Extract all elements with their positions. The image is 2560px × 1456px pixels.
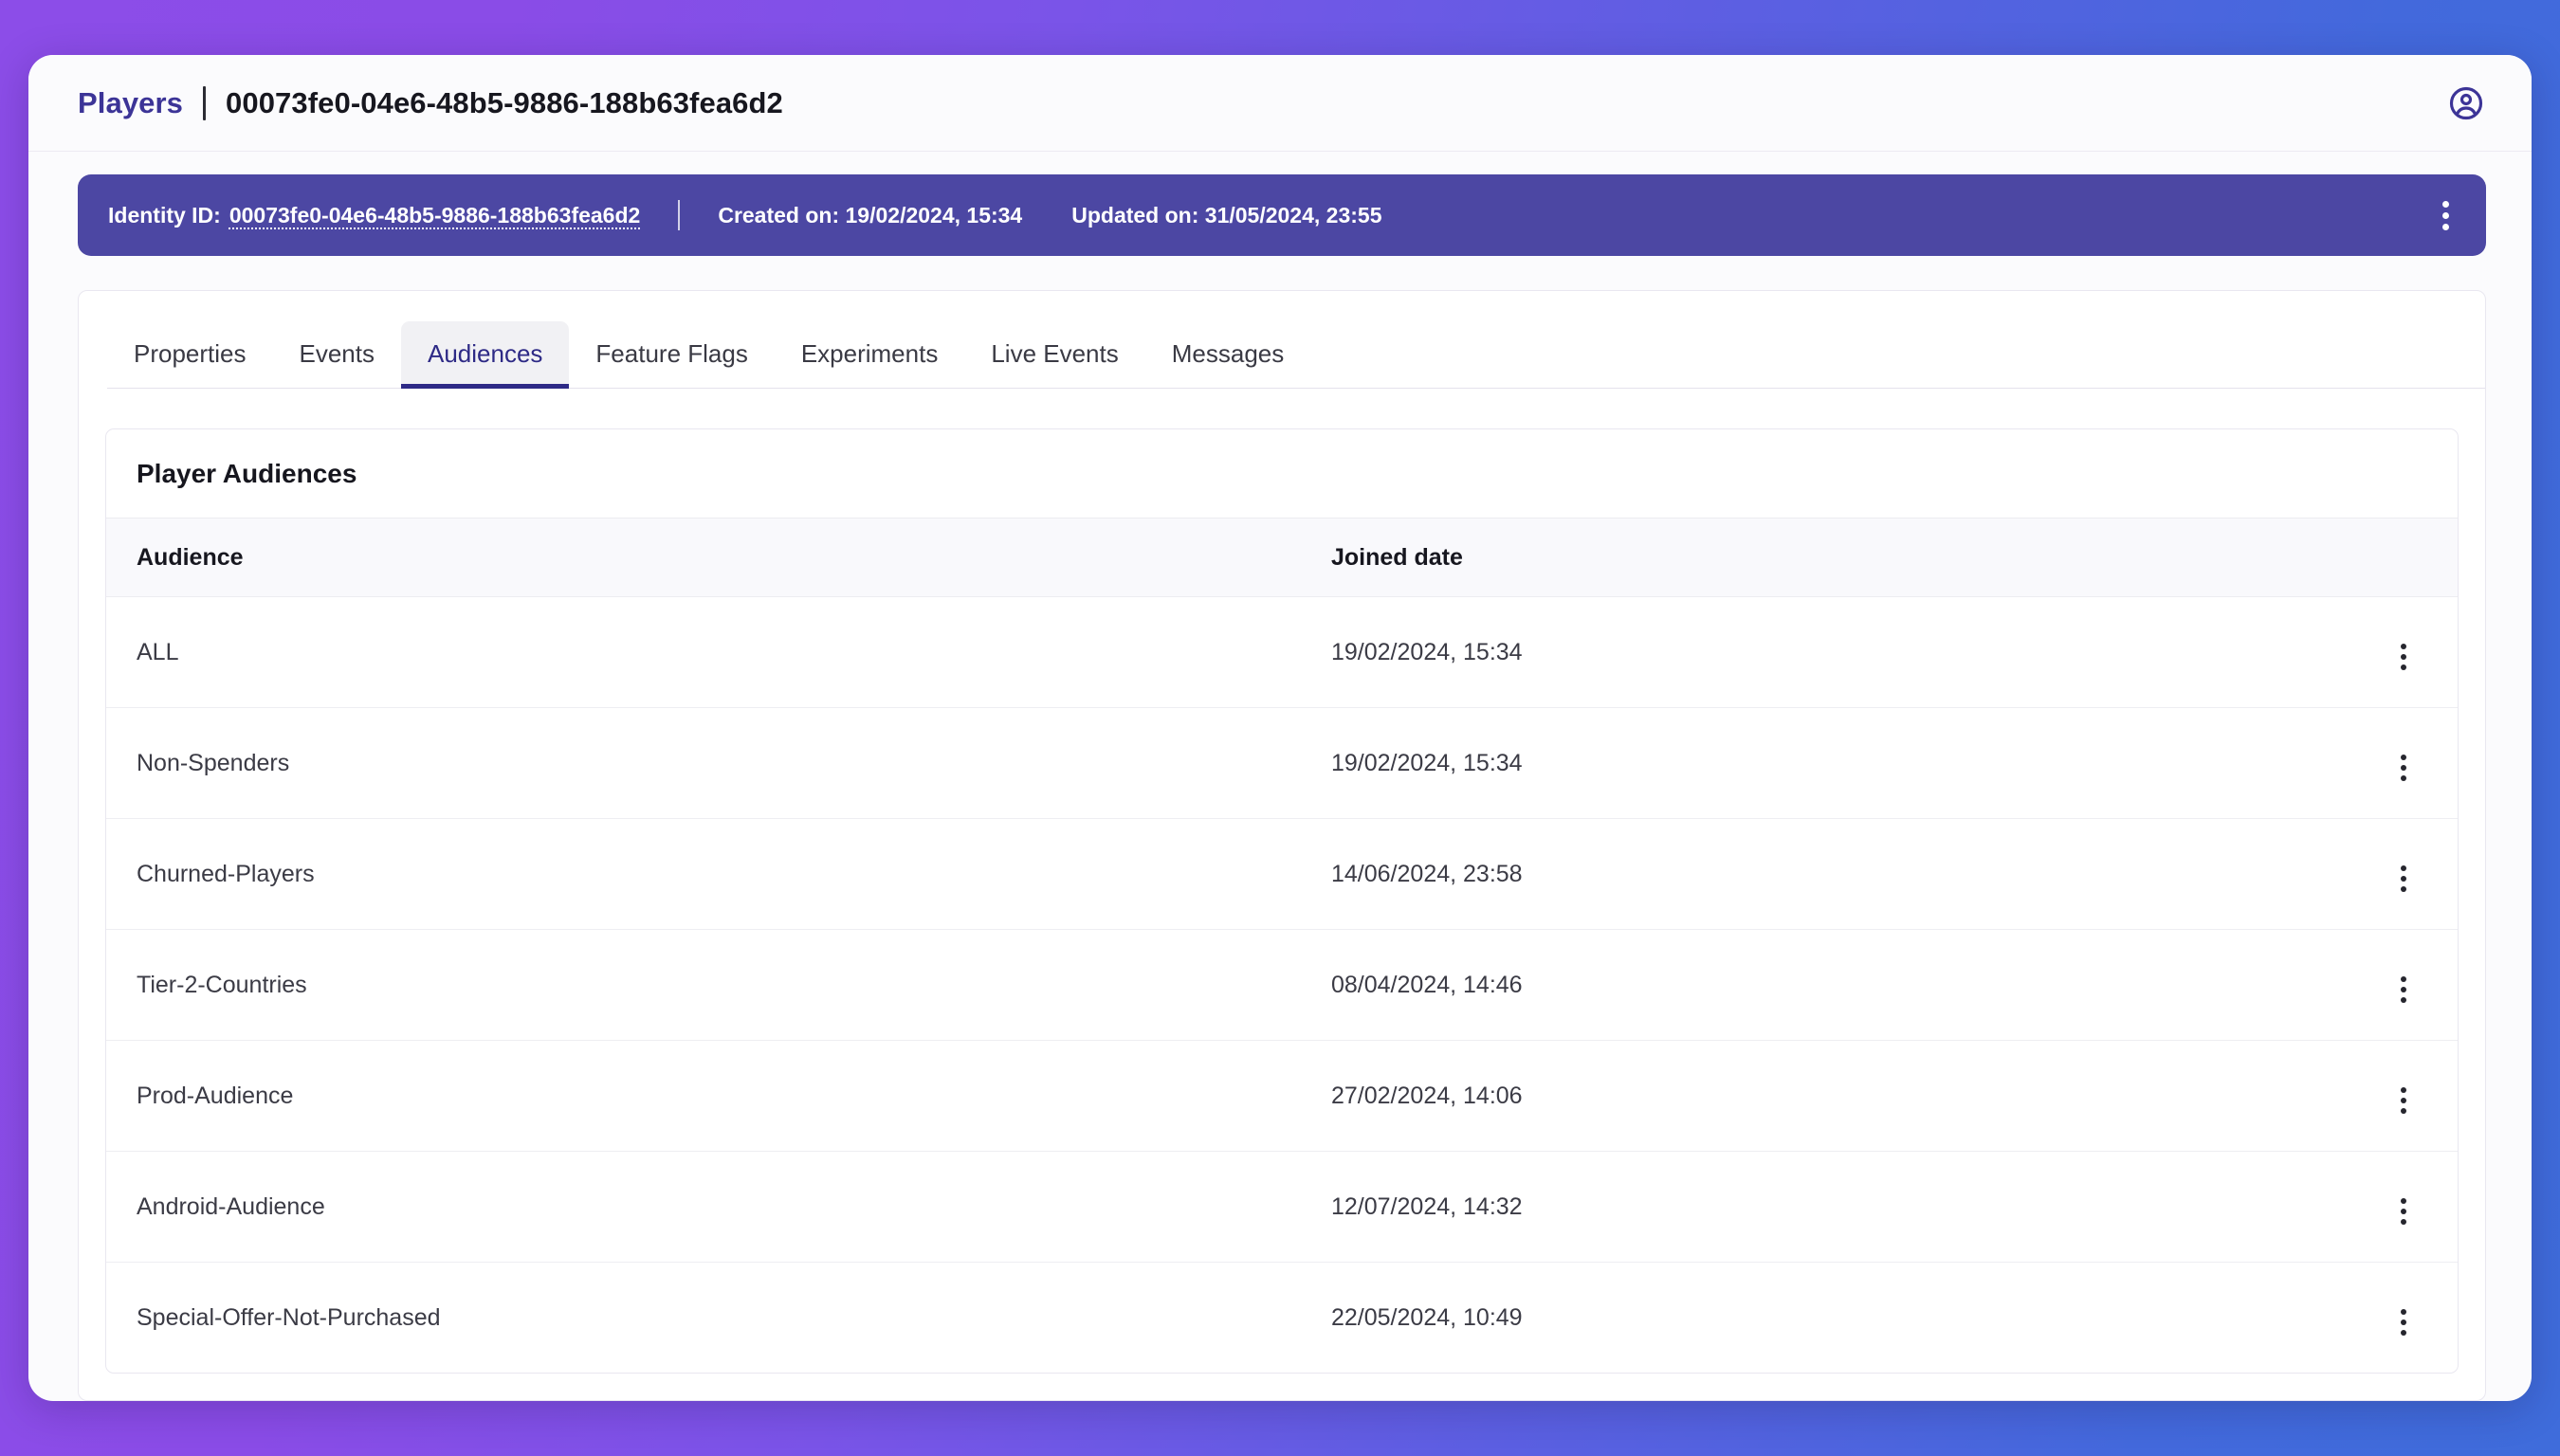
row-kebab-menu-icon[interactable] (2389, 638, 2418, 676)
column-header-joined-date[interactable]: Joined date (1301, 519, 2334, 597)
kebab-dot (2401, 865, 2406, 871)
cell-joined-date: 14/06/2024, 23:58 (1301, 818, 2334, 930)
table-row[interactable]: Special-Offer-Not-Purchased 22/05/2024, … (106, 1263, 2458, 1374)
player-audiences-panel: Player Audiences Audience Joined date AL… (105, 428, 2459, 1374)
identity-id-value[interactable]: 00073fe0-04e6-48b5-9886-188b63fea6d2 (229, 203, 640, 228)
table-row[interactable]: Tier-2-Countries 08/04/2024, 14:46 (106, 929, 2458, 1041)
table-row[interactable]: ALL 19/02/2024, 15:34 (106, 596, 2458, 708)
cell-audience: Churned-Players (106, 818, 1301, 930)
kebab-dot (2401, 1330, 2406, 1336)
top-bar: Players 00073fe0-04e6-48b5-9886-188b63fe… (28, 55, 2532, 152)
kebab-dot (2401, 755, 2406, 760)
identity-updated-on: Updated on: 31/05/2024, 23:55 (1071, 202, 1382, 228)
cell-joined-date: 19/02/2024, 15:34 (1301, 596, 2334, 708)
app-window: Players 00073fe0-04e6-48b5-9886-188b63fe… (28, 55, 2532, 1401)
cell-actions (2334, 1151, 2458, 1263)
cell-audience: Prod-Audience (106, 1040, 1301, 1152)
table-row[interactable]: Churned-Players 14/06/2024, 23:58 (106, 818, 2458, 930)
table-row[interactable]: Android-Audience 12/07/2024, 14:32 (106, 1151, 2458, 1263)
row-kebab-menu-icon[interactable] (2389, 749, 2418, 787)
table-header-row: Audience Joined date (106, 519, 2458, 597)
tab-live-events[interactable]: Live Events (964, 321, 1145, 389)
identity-kebab-menu-icon[interactable] (2429, 194, 2461, 236)
tab-audiences[interactable]: Audiences (401, 321, 570, 389)
tab-bar-tail (1310, 388, 2485, 389)
kebab-dot (2401, 886, 2406, 892)
cell-audience: Non-Spenders (106, 707, 1301, 819)
row-kebab-menu-icon[interactable] (2389, 1082, 2418, 1119)
cell-audience: Special-Offer-Not-Purchased (137, 1303, 441, 1331)
tab-bar: Properties Events Audiences Feature Flag… (79, 291, 2485, 389)
cell-actions (2334, 596, 2458, 708)
audiences-table: Audience Joined date ALL 19/02/2024, 15:… (106, 519, 2458, 1373)
kebab-dot (2401, 644, 2406, 649)
cell-audience: Android-Audience (106, 1151, 1301, 1263)
kebab-dot (2401, 997, 2406, 1003)
kebab-dot (2401, 987, 2406, 992)
kebab-dot (2401, 1219, 2406, 1225)
content-card: Properties Events Audiences Feature Flag… (78, 290, 2486, 1401)
page-title-player-id: 00073fe0-04e6-48b5-9886-188b63fea6d2 (226, 85, 783, 119)
table-head: Audience Joined date (106, 519, 2458, 597)
cell-joined-date: 27/02/2024, 14:06 (1301, 1040, 2334, 1152)
panel-title: Player Audiences (106, 429, 2458, 519)
kebab-dot (2401, 765, 2406, 771)
cell-audience: Tier-2-Countries (106, 929, 1301, 1041)
column-header-actions (2334, 519, 2458, 597)
identity-divider (678, 200, 681, 230)
account-circle-icon[interactable] (2446, 83, 2486, 123)
kebab-dot (2401, 1309, 2406, 1315)
identity-id-label: Identity ID: (108, 202, 221, 228)
cell-actions (2334, 929, 2458, 1041)
row-kebab-menu-icon[interactable] (2389, 860, 2418, 898)
tab-feature-flags[interactable]: Feature Flags (569, 321, 775, 389)
kebab-dot (2441, 223, 2449, 230)
kebab-dot (2401, 775, 2406, 781)
table-row[interactable]: Prod-Audience 27/02/2024, 14:06 (106, 1040, 2458, 1152)
breadcrumb-players[interactable]: Players (78, 86, 183, 120)
kebab-dot (2441, 200, 2449, 208)
cell-actions (2334, 707, 2458, 819)
identity-bar-wrapper: Identity ID: 00073fe0-04e6-48b5-9886-188… (28, 152, 2532, 256)
row-kebab-menu-icon[interactable] (2389, 1192, 2418, 1230)
cell-joined-date: 12/07/2024, 14:32 (1301, 1151, 2334, 1263)
kebab-dot (2401, 664, 2406, 670)
cell-joined-date: 19/02/2024, 15:34 (1301, 707, 2334, 819)
identity-bar: Identity ID: 00073fe0-04e6-48b5-9886-188… (78, 174, 2486, 256)
kebab-dot (2401, 976, 2406, 982)
column-header-audience[interactable]: Audience (106, 519, 1301, 597)
table-body: ALL 19/02/2024, 15:34 Non-Spenders 19/02… (106, 596, 2458, 1374)
row-kebab-menu-icon[interactable] (2389, 1303, 2418, 1341)
kebab-dot (2441, 211, 2449, 219)
kebab-dot (2401, 1320, 2406, 1325)
cell-actions (2334, 1263, 2458, 1374)
kebab-dot (2401, 1198, 2406, 1204)
row-kebab-menu-icon[interactable] (2389, 971, 2418, 1009)
table-row[interactable]: Non-Spenders 19/02/2024, 15:34 (106, 707, 2458, 819)
cell-joined-date: 22/05/2024, 10:49 (1331, 1303, 1523, 1331)
tab-experiments[interactable]: Experiments (774, 321, 965, 389)
cell-joined-date: 08/04/2024, 14:46 (1301, 929, 2334, 1041)
kebab-dot (2401, 1209, 2406, 1214)
tab-events[interactable]: Events (272, 321, 401, 389)
cell-audience: ALL (106, 596, 1301, 708)
tab-messages[interactable]: Messages (1144, 321, 1311, 389)
kebab-dot (2401, 876, 2406, 882)
breadcrumb-separator (203, 85, 207, 120)
kebab-dot (2401, 1108, 2406, 1114)
identity-created-on: Created on: 19/02/2024, 15:34 (718, 202, 1023, 228)
cell-actions (2334, 1040, 2458, 1152)
kebab-dot (2401, 654, 2406, 660)
kebab-dot (2401, 1098, 2406, 1103)
cell-actions (2334, 818, 2458, 930)
tab-properties[interactable]: Properties (107, 321, 273, 389)
kebab-dot (2401, 1087, 2406, 1093)
